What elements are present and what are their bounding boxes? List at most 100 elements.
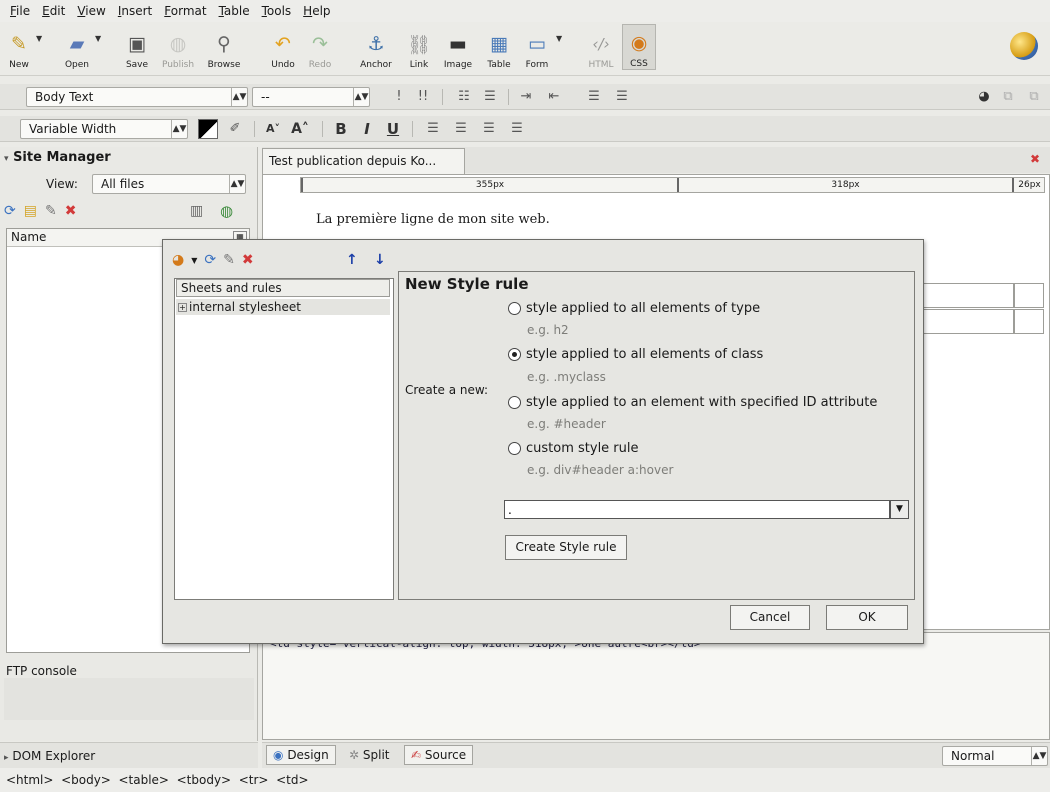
menu-view[interactable]: View [77,4,105,18]
radio-circle[interactable] [508,348,521,361]
move-up-icon[interactable]: ↑ [346,252,358,268]
edit-site-icon[interactable]: ✎ [45,203,57,219]
rule-selector-input[interactable] [504,500,890,519]
split-view-button[interactable]: ✲ Split [342,745,397,765]
collapse-chevron-icon: ▾ [4,154,9,164]
tree-column-header[interactable]: Sheets and rules [176,279,390,297]
view-filter-select[interactable]: All files ▲▼ [92,174,246,194]
source-view-button[interactable]: ✍ Source [404,745,474,765]
radio-element-class[interactable]: style applied to all elements of class [508,347,763,362]
strong-emphasis-button[interactable]: !! [414,88,432,106]
highlight-pen-icon[interactable]: ✐ [226,120,244,138]
definition-desc-icon[interactable]: ☰ [612,88,632,106]
ruler-column-3[interactable]: 26px [1012,178,1045,192]
bullet-list-icon[interactable]: ☰ [480,88,500,106]
table-cell[interactable] [918,283,1014,308]
table-cell[interactable] [918,309,1014,334]
refresh-icon[interactable]: ⟳ [204,252,216,268]
new-dropdown-arrow[interactable]: ▼ [36,34,42,43]
radio-circle[interactable] [508,396,521,409]
tab-document[interactable]: Test publication depuis Ko... [262,148,465,174]
edit-rule-icon[interactable]: ✎ [223,252,235,268]
menu-table[interactable]: Table [219,4,250,18]
form-button[interactable]: ▭ Form [522,24,552,70]
design-view-button[interactable]: ◉ Design [266,745,336,765]
paragraph-style-select[interactable]: Body Text ▲▼ [26,87,248,107]
outdent-icon[interactable]: ⇤ [544,88,564,106]
radio-element-id[interactable]: style applied to an element with specifi… [508,395,877,410]
tree-item-internal-stylesheet[interactable]: + internal stylesheet [176,299,390,315]
menu-insert[interactable]: Insert [118,4,152,18]
radio-element-type[interactable]: style applied to all elements of type [508,301,760,316]
font-larger-icon[interactable]: A˄ [290,120,310,138]
cancel-button[interactable]: Cancel [730,605,810,630]
underline-button[interactable]: U [384,120,402,138]
close-tab-icon[interactable]: ✖ [1030,152,1040,166]
page-first-line[interactable]: La première ligne de mon site web. [316,212,550,227]
radio-circle[interactable] [508,302,521,315]
menu-edit[interactable]: Edit [42,4,65,18]
site-settings-icon[interactable]: ▥ [190,203,203,219]
html-button[interactable]: ‹/› HTML [584,24,618,70]
open-button[interactable]: ▰ Open [60,24,94,70]
css-button[interactable]: ◉ CSS [622,24,656,70]
text-color-swatch[interactable] [198,119,218,139]
ok-button[interactable]: OK [826,605,908,630]
ruler-column-1[interactable]: 355px [301,178,677,192]
palette-icon[interactable]: ◕ [172,252,184,268]
browse-button[interactable]: ⚲ Browse [204,24,244,70]
anchor-button[interactable]: ⚓ Anchor [356,24,396,70]
zoom-mode-select[interactable]: Normal ▲▼ [942,746,1048,766]
refresh-icon[interactable]: ⟳ [4,203,16,219]
copy-icon[interactable]: ⧉ [1000,88,1016,106]
menu-file[interactable]: File [10,4,30,18]
undo-button[interactable]: ↶ Undo [268,24,298,70]
element-breadcrumb[interactable]: <html> <body> <table> <tbody> <tr> <td> [6,773,309,787]
emphasis-button[interactable]: ! [392,88,406,106]
delete-rule-icon[interactable]: ✖ [242,252,254,268]
spell-check-icon[interactable]: ◕ [976,88,992,106]
numbered-list-icon[interactable]: ☷ [454,88,474,106]
font-select[interactable]: Variable Width ▲▼ [20,119,188,139]
menu-tools[interactable]: Tools [262,4,292,18]
paste-icon[interactable]: ⧉ [1026,88,1042,106]
align-justify-icon[interactable]: ☰ [508,120,526,138]
site-manager-title[interactable]: ▾ Site Manager [4,150,111,165]
image-button[interactable]: ▬ Image [440,24,476,70]
redo-button[interactable]: ↷ Redo [306,24,334,70]
delete-site-icon[interactable]: ✖ [65,203,77,219]
table-cell[interactable] [1014,309,1044,334]
ftp-console-output[interactable] [4,678,254,720]
ruler-column-2[interactable]: 318px [677,178,1012,192]
move-down-icon[interactable]: ↓ [374,252,386,268]
align-center-icon[interactable]: ☰ [452,120,470,138]
align-right-icon[interactable]: ☰ [480,120,498,138]
publish-button[interactable]: ◍ Publish [160,24,196,70]
stylesheet-tree[interactable] [174,278,394,600]
palette-dropdown-arrow[interactable]: ▼ [191,256,197,265]
expand-plus-icon[interactable]: + [178,303,187,312]
radio-custom-rule[interactable]: custom style rule [508,441,639,456]
font-smaller-icon[interactable]: A˅ [264,120,282,138]
rule-selector-dropdown[interactable]: ▼ [890,500,909,519]
menu-help[interactable]: Help [303,4,330,18]
new-folder-icon[interactable]: ▤ [24,203,37,219]
link-button[interactable]: ⛓ Link [406,24,432,71]
table-button[interactable]: ▦ Table [484,24,514,70]
open-dropdown-arrow[interactable]: ▼ [95,34,101,43]
italic-button[interactable]: I [358,120,376,138]
radio-circle[interactable] [508,442,521,455]
definition-term-icon[interactable]: ☰ [584,88,604,106]
create-style-rule-button[interactable]: Create Style rule [505,535,627,560]
remote-globe-icon[interactable]: ◍ [220,202,233,220]
form-dropdown-arrow[interactable]: ▼ [556,34,562,43]
bold-button[interactable]: B [332,120,350,138]
align-left-icon[interactable]: ☰ [424,120,442,138]
class-select[interactable]: -- ▲▼ [252,87,370,107]
save-button[interactable]: ▣ Save [122,24,152,70]
dom-explorer-panel[interactable]: ▸ DOM Explorer [0,742,258,768]
table-cell[interactable] [1014,283,1044,308]
menu-format[interactable]: Format [164,4,206,18]
indent-icon[interactable]: ⇥ [516,88,536,106]
new-button[interactable]: ✎ New [6,24,32,70]
